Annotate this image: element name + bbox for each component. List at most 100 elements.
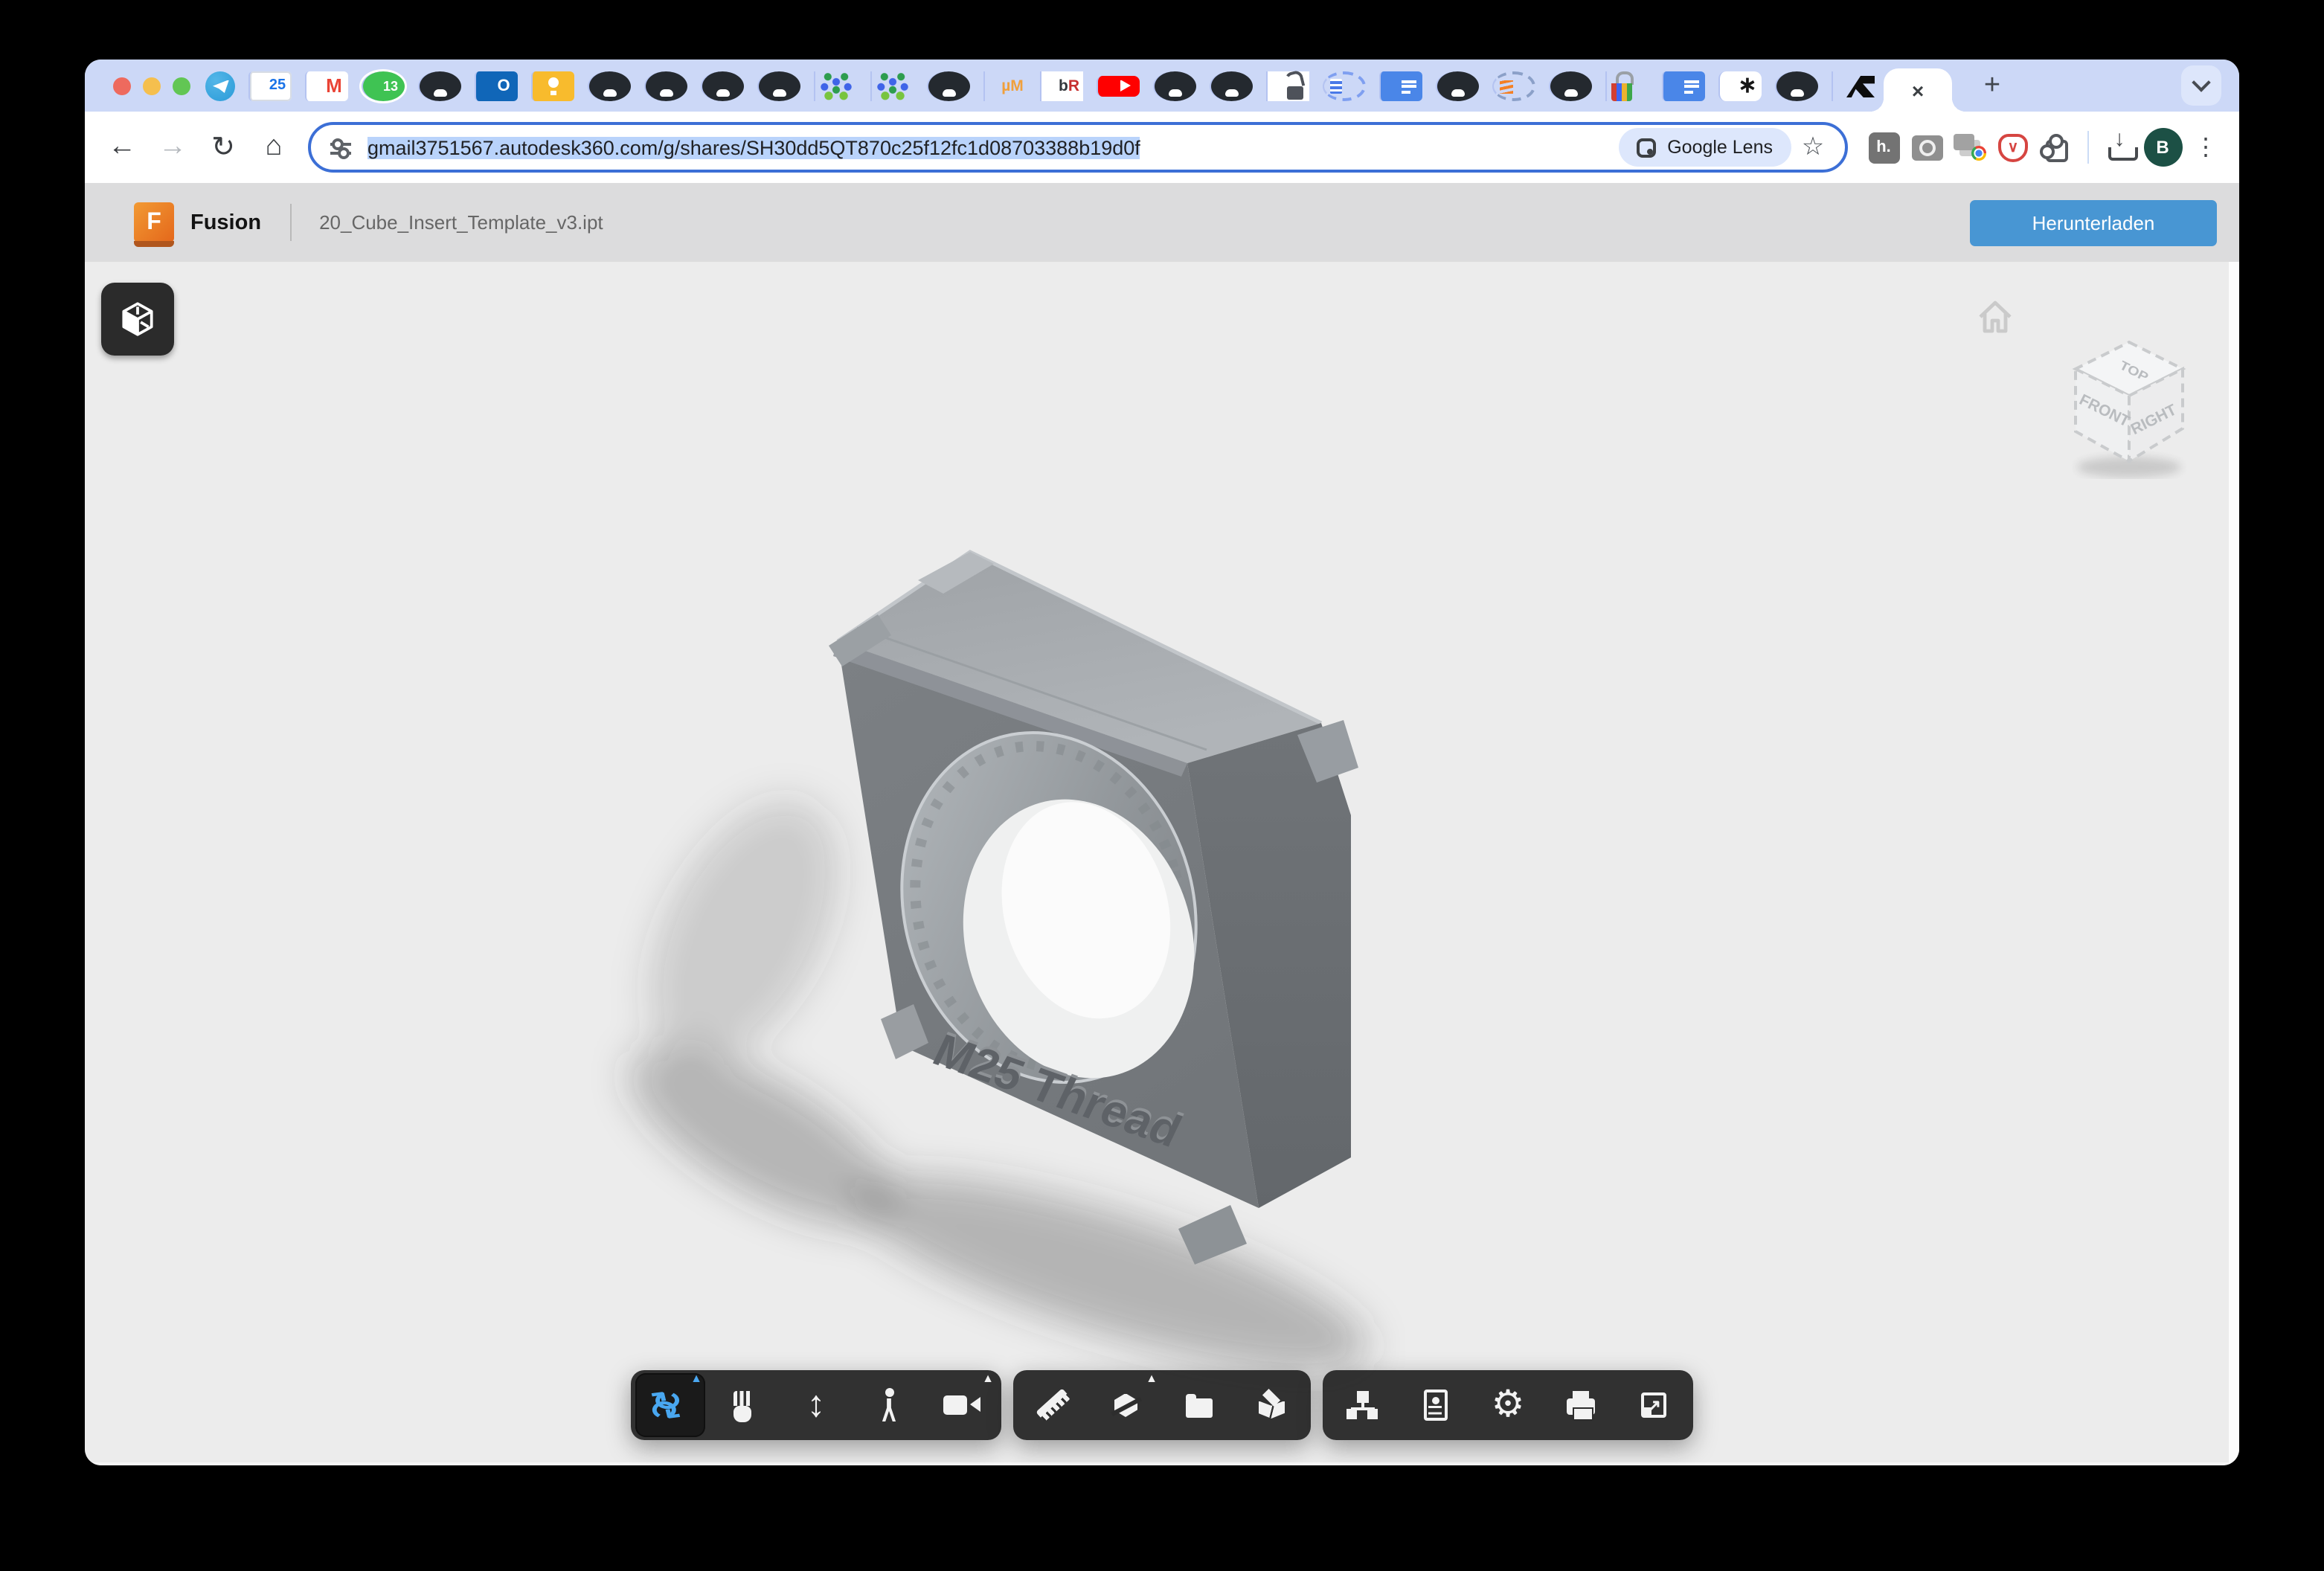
downloads-button[interactable]: ↓ — [2098, 126, 2141, 169]
model-part[interactable]: M25 Thread M25 Thread — [829, 552, 1358, 1265]
github-icon[interactable] — [588, 71, 631, 100]
home-view-icon[interactable] — [1973, 295, 2018, 339]
lens-label: Google Lens — [1667, 137, 1773, 158]
github-icon[interactable] — [1775, 71, 1818, 100]
site-settings-icon[interactable] — [329, 136, 353, 158]
model-viewport[interactable]: M25 Thread M25 Thread — [85, 262, 2239, 1465]
folder-icon — [1185, 1393, 1212, 1417]
measure-button[interactable] — [1018, 1373, 1088, 1437]
viewer-toolbar — [631, 1370, 1693, 1440]
camera-button[interactable] — [927, 1373, 997, 1437]
biorxiv-icon[interactable]: bR — [1040, 71, 1083, 100]
extensions-button[interactable] — [2035, 126, 2078, 169]
home-button[interactable]: ⌂ — [248, 122, 299, 173]
molecule-icon[interactable] — [814, 71, 857, 100]
download-file-button[interactable]: Herunterladen — [1970, 199, 2217, 245]
section-button[interactable] — [1091, 1373, 1161, 1437]
viewport-cube-icon — [118, 299, 158, 339]
settings-button[interactable] — [1473, 1373, 1543, 1437]
orbit-button[interactable] — [635, 1373, 705, 1437]
outlook-icon[interactable]: O — [475, 71, 518, 100]
model-canvas[interactable]: M25 Thread M25 Thread — [85, 262, 2239, 1465]
zoom-window-button[interactable] — [173, 77, 190, 94]
tab-strip: 25 M 13 OµM bR ∗ × + — [85, 60, 2239, 112]
print-button[interactable] — [1546, 1373, 1616, 1437]
download-icon: ↓ — [2103, 131, 2136, 164]
hypothesis-extension-button[interactable]: h. — [1862, 126, 1905, 169]
github-icon[interactable] — [701, 71, 744, 100]
tree-icon — [1346, 1391, 1378, 1419]
properties-button[interactable] — [1400, 1373, 1470, 1437]
whatsapp-icon[interactable]: 13 — [362, 71, 405, 100]
kebab-menu-icon: ⋮ — [2194, 132, 2218, 162]
molecule-icon[interactable] — [870, 71, 914, 100]
github-icon[interactable] — [418, 71, 461, 100]
close-window-button[interactable] — [113, 77, 131, 94]
github-icon[interactable] — [927, 71, 970, 100]
gmail-icon[interactable]: M — [305, 71, 348, 100]
github-icon[interactable] — [1436, 71, 1479, 100]
cube-button[interactable] — [1236, 1373, 1306, 1437]
keep-icon[interactable] — [531, 71, 574, 100]
tab-close-icon[interactable]: × — [1912, 80, 1924, 100]
active-tab[interactable]: × — [1884, 68, 1952, 112]
fusion-header: F Fusion 20_Cube_Insert_Template_v3.ipt … — [85, 183, 2239, 262]
lock-open-icon[interactable] — [1266, 71, 1309, 100]
tab-search-button[interactable] — [2181, 65, 2221, 106]
fullscreen-button[interactable] — [1619, 1373, 1689, 1437]
gdocs-icon[interactable] — [1379, 71, 1422, 100]
browser-window: 25 M 13 OµM bR ∗ × + ← → ↻ ⌂ gmail3751567.aut… — [85, 60, 2239, 1465]
minimize-window-button[interactable] — [143, 77, 161, 94]
camera-icon — [1911, 135, 1942, 160]
screenshot-icon — [1954, 134, 1986, 161]
dashed-so-icon[interactable] — [1492, 71, 1535, 100]
pocket-extension-button[interactable]: ∨ — [1991, 126, 2035, 169]
camera-extension-button[interactable] — [1905, 126, 1948, 169]
view-mode-button[interactable] — [101, 283, 174, 356]
orbit-icon — [648, 1386, 693, 1424]
fusion-logo-icon: F — [134, 202, 174, 242]
zoom-button[interactable] — [781, 1373, 851, 1437]
hypothesis-icon: h. — [1868, 132, 1899, 163]
file-name: 20_Cube_Insert_Template_v3.ipt — [319, 211, 603, 234]
folder-button[interactable] — [1163, 1373, 1233, 1437]
pinned-tabs: 25 M 13 OµM bR ∗ — [205, 60, 1875, 112]
google-lens-button[interactable]: Google Lens — [1618, 128, 1791, 167]
pan-button[interactable] — [708, 1373, 778, 1437]
url-bar[interactable]: gmail3751567.autodesk360.com/g/shares/SH… — [308, 122, 1847, 173]
profile-button[interactable]: B — [2141, 126, 2184, 169]
github-icon[interactable] — [1549, 71, 1592, 100]
back-button[interactable]: ← — [97, 122, 147, 173]
scrollbar-track[interactable] — [2229, 262, 2239, 1465]
chatgpt-icon[interactable]: ∗ — [1718, 71, 1762, 100]
gcal-icon[interactable]: 25 — [248, 71, 292, 100]
tree-button[interactable] — [1327, 1373, 1397, 1437]
settings-icon — [1492, 1387, 1525, 1424]
youtube-icon[interactable] — [1097, 75, 1140, 96]
dashed-doc-icon[interactable] — [1323, 71, 1366, 100]
shopping-bag-icon[interactable] — [1605, 71, 1649, 100]
traffic-lights — [85, 77, 205, 94]
view-cube[interactable]: TOP FRONT RIGHT — [2059, 333, 2199, 479]
section-icon — [1109, 1390, 1142, 1420]
bookmark-star-icon[interactable]: ☆ — [1791, 125, 1835, 170]
microm-icon[interactable]: µM — [983, 71, 1027, 100]
github-icon[interactable] — [757, 71, 800, 100]
url-input[interactable]: gmail3751567.autodesk360.com/g/shares/SH… — [367, 136, 1606, 158]
github-icon[interactable] — [1153, 71, 1196, 100]
browser-menu-button[interactable]: ⋮ — [2184, 126, 2227, 169]
pocket-icon: ∨ — [1998, 133, 2028, 161]
github-icon[interactable] — [644, 71, 687, 100]
url-selected-text: gmail3751567.autodesk360.com/g/shares/SH… — [367, 136, 1140, 158]
telegram-icon[interactable] — [205, 71, 235, 100]
walk-button[interactable] — [854, 1373, 924, 1437]
github-icon[interactable] — [1210, 71, 1253, 100]
screenshot-extension-button[interactable] — [1948, 126, 1991, 169]
print-icon — [1567, 1398, 1595, 1415]
gdocs-icon[interactable] — [1662, 71, 1705, 100]
forward-button[interactable]: → — [147, 122, 198, 173]
reload-button[interactable]: ↻ — [198, 122, 248, 173]
properties-icon — [1423, 1390, 1447, 1421]
autodesk-icon[interactable] — [1832, 71, 1875, 100]
new-tab-button[interactable]: + — [1970, 63, 2015, 108]
